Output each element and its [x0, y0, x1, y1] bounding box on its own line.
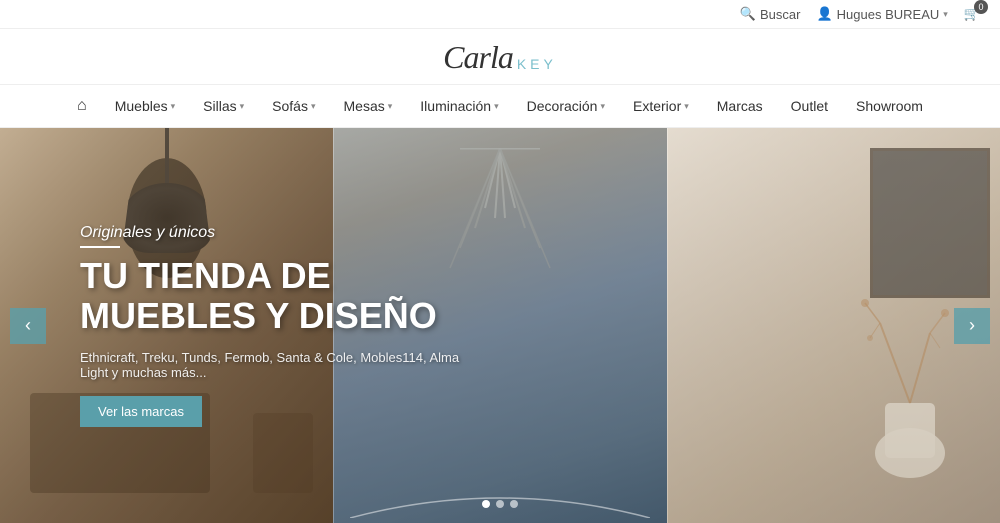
nav-sillas-label: Sillas — [203, 98, 236, 114]
hero-section: Originales y únicos TU TIENDA DE MUEBLES… — [0, 128, 1000, 523]
chevron-exterior-icon: ▾ — [684, 101, 689, 112]
hero-title: TU TIENDA DE MUEBLES Y DISEÑO — [80, 256, 500, 335]
nav-showroom[interactable]: Showroom — [842, 86, 937, 126]
nav-iluminacion[interactable]: Iluminación ▾ — [406, 86, 512, 126]
panel-overlay-3 — [667, 128, 1000, 523]
chevron-decoracion-icon: ▾ — [600, 101, 605, 112]
nav-showroom-label: Showroom — [856, 98, 923, 114]
user-menu[interactable]: 👤 Hugues BUREAU ▾ — [816, 6, 947, 22]
nav-mesas[interactable]: Mesas ▾ — [330, 86, 407, 126]
nav-muebles[interactable]: Muebles ▾ — [101, 86, 189, 126]
hero-panels: Originales y únicos TU TIENDA DE MUEBLES… — [0, 128, 1000, 523]
chevron-iluminacion-icon: ▾ — [494, 101, 499, 112]
slider-dot-1[interactable] — [482, 500, 490, 508]
nav-iluminacion-label: Iluminación — [420, 98, 491, 114]
chevron-mesas-icon: ▾ — [388, 101, 393, 112]
user-label: Hugues BUREAU — [837, 7, 940, 22]
nav-sillas[interactable]: Sillas ▾ — [189, 86, 258, 126]
chevron-sillas-icon: ▾ — [240, 101, 245, 112]
hero-brands: Ethnicraft, Treku, Tunds, Fermob, Santa … — [80, 350, 480, 380]
search-button[interactable]: 🔍 Buscar — [740, 6, 801, 22]
slider-dot-3[interactable] — [510, 500, 518, 508]
nav-decoracion[interactable]: Decoración ▾ — [513, 86, 619, 126]
search-icon: 🔍 — [740, 6, 756, 22]
nav-marcas[interactable]: Marcas — [703, 86, 777, 126]
cart-count: 0 — [974, 0, 988, 14]
chevron-sofas-icon: ▾ — [311, 101, 316, 112]
slider-prev-button[interactable]: ‹ — [10, 308, 46, 344]
nav-home[interactable]: ⌂ — [63, 85, 101, 127]
nav-mesas-label: Mesas — [344, 98, 385, 114]
home-icon: ⌂ — [77, 97, 87, 115]
nav-muebles-label: Muebles — [115, 98, 168, 114]
logo-link[interactable]: Carla KEY — [443, 39, 557, 76]
hero-overlay: Originales y únicos TU TIENDA DE MUEBLES… — [0, 128, 500, 523]
logo-brand: Carla — [443, 39, 513, 76]
slider-dot-2[interactable] — [496, 500, 504, 508]
cart-button[interactable]: 🛒 0 — [964, 6, 980, 22]
chevron-down-icon: ▾ — [943, 9, 948, 20]
nav-sofas[interactable]: Sofás ▾ — [258, 86, 329, 126]
nav-exterior[interactable]: Exterior ▾ — [619, 86, 703, 126]
nav-decoracion-label: Decoración — [527, 98, 598, 114]
nav-marcas-label: Marcas — [717, 98, 763, 114]
nav-outlet[interactable]: Outlet — [777, 86, 842, 126]
slider-next-button[interactable]: › — [954, 308, 990, 344]
chevron-muebles-icon: ▾ — [171, 101, 176, 112]
main-nav: ⌂ Muebles ▾ Sillas ▾ Sofás ▾ Mesas ▾ — [0, 84, 1000, 128]
nav-sofas-label: Sofás — [272, 98, 308, 114]
nav-outlet-label: Outlet — [791, 98, 828, 114]
logo-area: Carla KEY — [0, 29, 1000, 84]
search-label[interactable]: Buscar — [760, 7, 800, 22]
nav-exterior-label: Exterior — [633, 98, 681, 114]
separator-2 — [667, 128, 668, 523]
top-bar: 🔍 Buscar 👤 Hugues BUREAU ▾ 🛒 0 — [0, 0, 1000, 29]
hero-subtitle: Originales y únicos — [80, 224, 500, 248]
logo-key: KEY — [517, 56, 557, 72]
slider-dots — [482, 500, 518, 508]
user-icon: 👤 — [816, 6, 832, 22]
hero-cta-button[interactable]: Ver las marcas — [80, 396, 202, 427]
hero-panel-3 — [667, 128, 1000, 523]
